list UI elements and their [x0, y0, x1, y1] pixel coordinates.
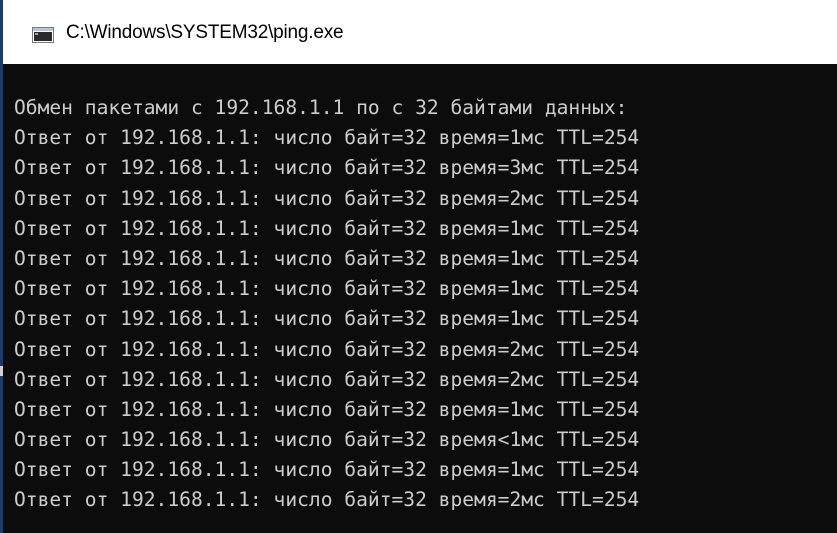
console-reply-line: Ответ от 192.168.1.1: число байт=32 врем… [14, 156, 640, 180]
console-output-area[interactable]: Обмен пакетами с 192.168.1.1 по с 32 бай… [3, 64, 837, 533]
console-reply-line: Ответ от 192.168.1.1: число байт=32 врем… [14, 216, 640, 240]
console-reply-line: Ответ от 192.168.1.1: число байт=32 врем… [14, 307, 640, 331]
console-reply-line: Ответ от 192.168.1.1: число байт=32 врем… [14, 246, 640, 270]
console-reply-line: Ответ от 192.168.1.1: число байт=32 врем… [14, 397, 640, 421]
console-window: C:\Windows\SYSTEM32\ping.exe Обмен пакет… [0, 0, 837, 533]
console-header-line: Обмен пакетами с 192.168.1.1 по с 32 бай… [14, 96, 628, 119]
console-reply-line: Ответ от 192.168.1.1: число байт=32 врем… [14, 488, 640, 512]
window-title: C:\Windows\SYSTEM32\ping.exe [66, 22, 344, 43]
console-reply-line: Ответ от 192.168.1.1: число байт=32 врем… [14, 458, 640, 482]
console-reply-line: Ответ от 192.168.1.1: число байт=32 врем… [14, 337, 640, 361]
console-reply-line: Ответ от 192.168.1.1: число байт=32 врем… [14, 126, 640, 150]
console-output: Обмен пакетами с 192.168.1.1 по с 32 бай… [14, 93, 639, 516]
console-window-icon[interactable] [32, 27, 54, 43]
console-reply-line: Ответ от 192.168.1.1: число байт=32 врем… [14, 367, 640, 391]
title-bar[interactable]: C:\Windows\SYSTEM32\ping.exe [3, 0, 837, 64]
console-reply-line: Ответ от 192.168.1.1: число байт=32 врем… [14, 277, 640, 301]
console-reply-line: Ответ от 192.168.1.1: число байт=32 врем… [14, 186, 640, 210]
resize-edge-marker [0, 366, 3, 376]
console-reply-line: Ответ от 192.168.1.1: число байт=32 врем… [14, 428, 640, 452]
